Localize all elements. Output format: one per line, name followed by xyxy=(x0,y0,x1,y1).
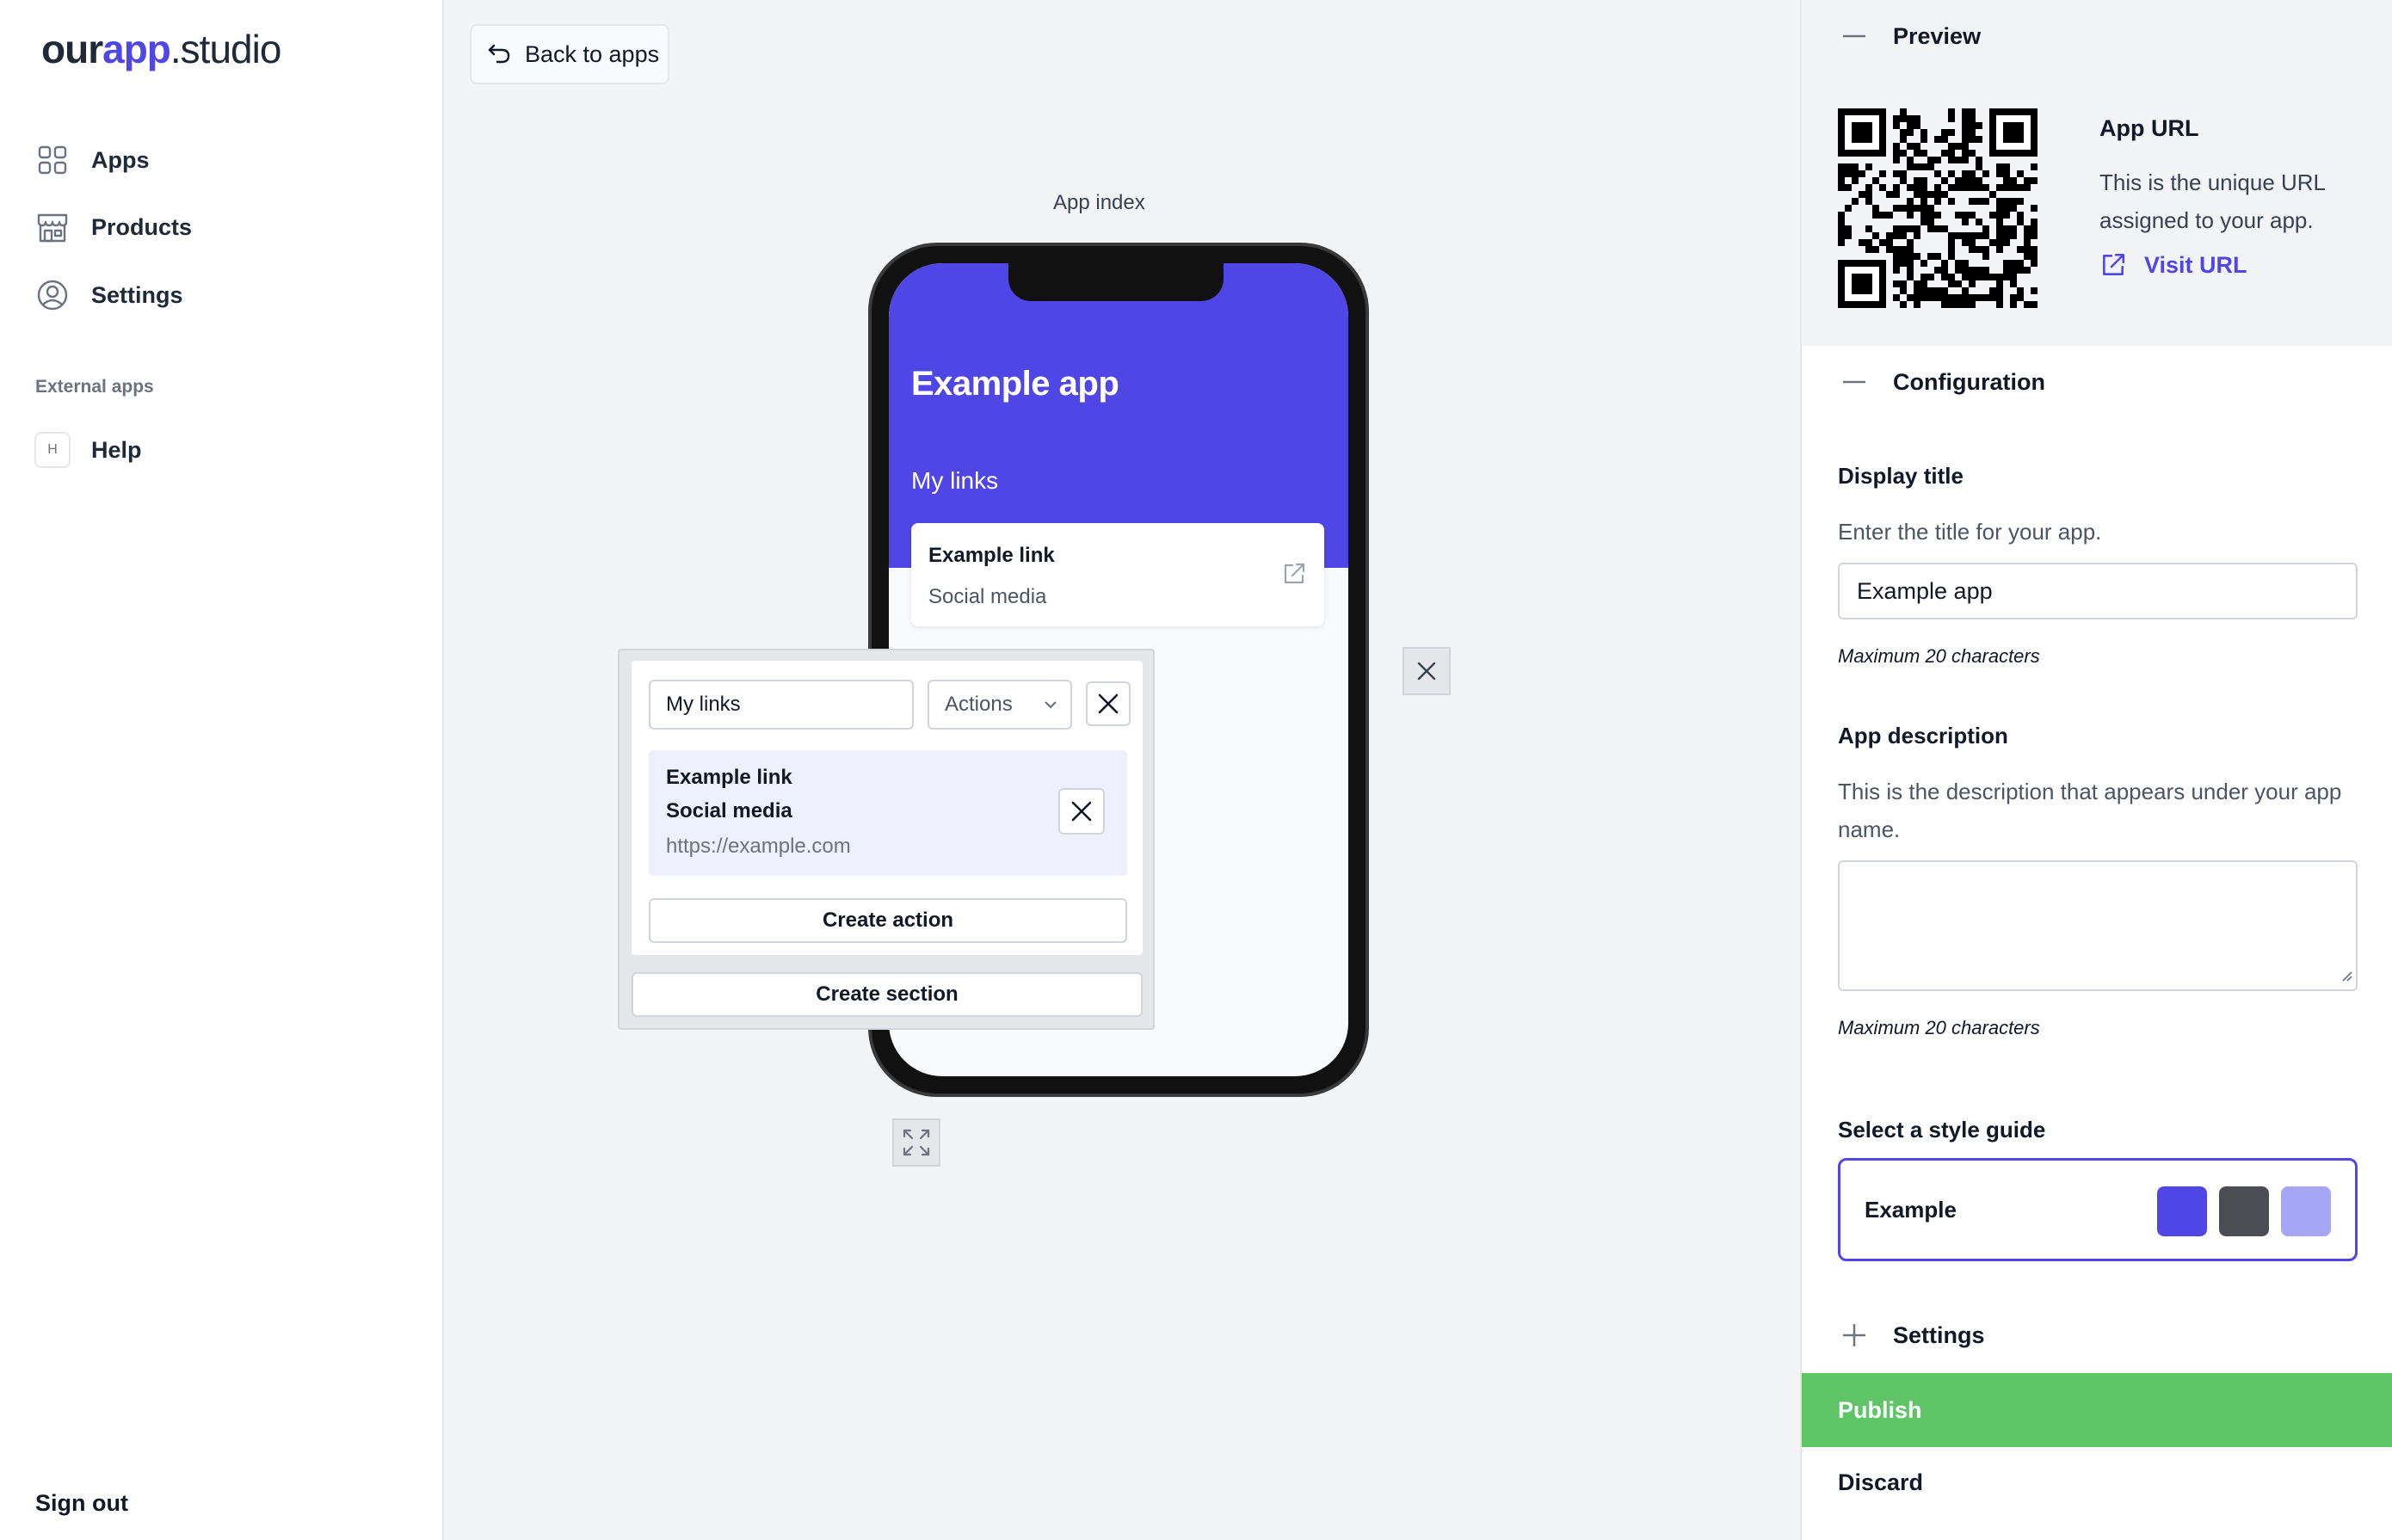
settings-heading: Settings xyxy=(1893,1321,1985,1348)
remove-action-button[interactable] xyxy=(1058,788,1105,835)
display-title-help: Enter the title for your app. xyxy=(1838,519,2102,545)
primary-color-swatch xyxy=(2157,1186,2207,1236)
secondary-color-swatch xyxy=(2219,1186,2269,1236)
style-guide-label: Select a style guide xyxy=(1838,1117,2046,1143)
configuration-heading: Configuration xyxy=(1893,368,2045,395)
action-subtitle: Social media xyxy=(666,799,792,822)
configuration-toggle[interactable]: Configuration xyxy=(1843,365,2045,399)
display-title-note: Maximum 20 characters xyxy=(1838,645,2040,667)
link-subtitle: Social media xyxy=(928,585,1047,608)
action-item[interactable]: Example link Social media https://exampl… xyxy=(649,750,1127,876)
app-description-note: Maximum 20 characters xyxy=(1838,1017,2040,1038)
back-arrow-icon xyxy=(488,44,510,64)
close-icon xyxy=(1071,801,1092,822)
remove-section-button[interactable] xyxy=(1086,681,1131,726)
section-title[interactable]: My links xyxy=(911,467,998,495)
sidebar-item-label: Settings xyxy=(91,281,183,308)
back-to-apps-button[interactable]: Back to apps xyxy=(470,24,669,84)
preview-section: Preview App URL This is the unique URL a… xyxy=(1802,0,2392,346)
sidebar-item-products[interactable]: Products xyxy=(34,201,192,253)
sidebar-item-settings[interactable]: Settings xyxy=(34,269,183,321)
close-editor-button[interactable] xyxy=(1403,647,1451,695)
editor-canvas: Back to apps App index Example app My li… xyxy=(444,0,1800,1540)
sidebar-item-help[interactable]: H Help xyxy=(34,424,142,476)
link-card[interactable]: Example link Social media xyxy=(911,523,1324,626)
settings-toggle[interactable]: Settings xyxy=(1843,1318,1985,1352)
visit-url-label: Visit URL xyxy=(2144,251,2247,278)
sidebar: ourapp.studio Apps Products Settings Ext… xyxy=(0,0,444,1540)
user-circle-icon xyxy=(34,277,71,313)
preview-heading: Preview xyxy=(1893,22,1982,49)
page-label: App index xyxy=(1053,191,1145,214)
store-icon xyxy=(34,209,71,245)
sidebar-item-apps[interactable]: Apps xyxy=(34,134,150,186)
app-description-textarea[interactable] xyxy=(1838,860,2358,991)
chevron-down-icon xyxy=(1045,701,1057,709)
grid-icon xyxy=(34,142,71,178)
expand-preview-button[interactable] xyxy=(892,1118,940,1167)
create-section-button[interactable]: Create section xyxy=(632,972,1143,1017)
sign-out-link[interactable]: Sign out xyxy=(35,1490,128,1517)
app-url-title: App URL xyxy=(2099,115,2199,141)
settings-panel: Preview App URL This is the unique URL a… xyxy=(1800,0,2392,1540)
preview-toggle[interactable]: Preview xyxy=(1843,19,1981,53)
phone-notch xyxy=(1008,263,1224,301)
external-link-icon xyxy=(2103,253,2125,275)
external-apps-heading: External apps xyxy=(35,377,154,397)
action-url: https://example.com xyxy=(666,835,851,858)
sidebar-item-label: Products xyxy=(91,213,193,240)
app-description-label: App description xyxy=(1838,723,2008,748)
app-header xyxy=(889,263,1348,568)
discard-button[interactable]: Discard xyxy=(1838,1469,1923,1496)
resize-handle-icon[interactable] xyxy=(2339,968,2352,986)
app-url-description: This is the unique URL assigned to your … xyxy=(2099,169,2326,233)
minus-icon xyxy=(1843,380,1869,384)
display-title-label: Display title xyxy=(1838,463,1964,489)
section-editor: My links Actions Example link Social med… xyxy=(618,649,1155,1030)
app-description-help: This is the description that appears und… xyxy=(1838,779,2342,842)
actions-dropdown[interactable]: Actions xyxy=(928,680,1072,730)
minus-icon xyxy=(1843,34,1869,38)
back-to-apps-label: Back to apps xyxy=(525,40,660,67)
close-icon xyxy=(1098,693,1119,714)
section-name-input[interactable]: My links xyxy=(649,680,914,730)
action-title: Example link xyxy=(666,766,792,789)
style-guide-option[interactable]: Example xyxy=(1838,1158,2358,1261)
expand-icon xyxy=(903,1129,930,1156)
help-badge: H xyxy=(34,432,71,468)
tertiary-color-swatch xyxy=(2281,1186,2331,1236)
qr-code-icon xyxy=(1838,108,2038,308)
style-guide-name: Example xyxy=(1865,1197,1957,1223)
app-title[interactable]: Example app xyxy=(911,365,1119,403)
publish-button[interactable]: Publish xyxy=(1802,1373,2392,1447)
help-app-icon: H xyxy=(34,432,71,468)
brand-logo[interactable]: ourapp.studio xyxy=(41,26,281,72)
actions-dropdown-label: Actions xyxy=(945,693,1013,716)
section-editor-card: My links Actions Example link Social med… xyxy=(632,661,1143,955)
create-action-button[interactable]: Create action xyxy=(649,898,1127,943)
visit-url-link[interactable]: Visit URL xyxy=(2099,251,2247,279)
plus-icon xyxy=(1843,1324,1869,1346)
close-icon xyxy=(1417,662,1436,681)
sidebar-item-label: Apps xyxy=(91,146,150,173)
link-title: Example link xyxy=(928,544,1055,567)
external-link-icon xyxy=(1281,561,1307,591)
display-title-input[interactable]: Example app xyxy=(1838,563,2358,619)
sidebar-item-label: Help xyxy=(91,436,142,463)
